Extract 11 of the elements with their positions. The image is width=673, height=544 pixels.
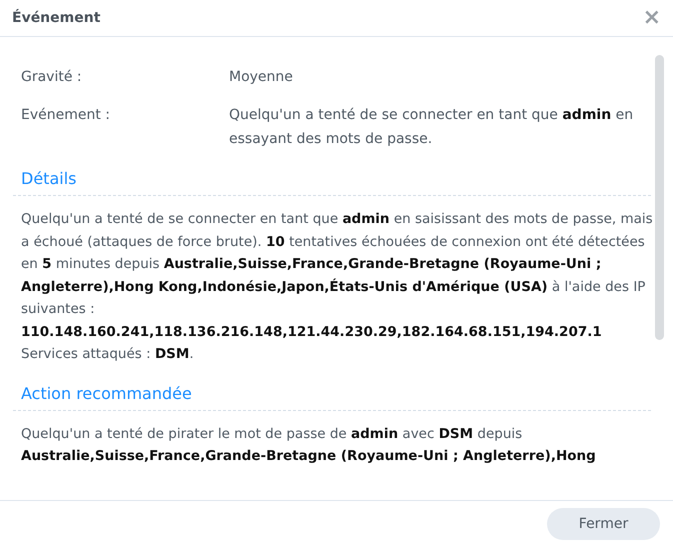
field-value: Quelqu'un a tenté de se connecter en tant que admin en essayant des mots de passe. bbox=[229, 106, 634, 149]
section-heading: Détails bbox=[13, 169, 651, 196]
paragraph: Quelqu'un a tenté de pirater le mot de passe de admin avec DSM depuis Australie,Suisse,France,Grande-Bretagne (Royaume-Uni ; Angleterre),Hong bbox=[21, 424, 597, 466]
field-label: Gravité : bbox=[21, 68, 83, 87]
field-label: Evénement : bbox=[21, 106, 112, 125]
close-button[interactable]: Fermer bbox=[547, 508, 660, 540]
window-title: Événement bbox=[12, 10, 100, 26]
paragraph: Quelqu'un a tenté de se connecter en tant que admin en saisissant des mots de passe, mais a échoué (attaques de force brute). 10 tentatives échouées de connexion ont été détectées en 5 minutes depuis Australie,Suisse,France,Grande-Bretagne (Royaume-Uni ; Angleterre),Hong Kong,Indonésie,Japon,États-Unis d'Amérique (USA) à l'aide des IP suivantes : 110.148.160.241,118.136.216.148,121.44.230.29,182.164.68.151,194.207.1 Services attaqués : DSM. bbox=[21, 210, 654, 364]
scrollbar[interactable] bbox=[655, 55, 664, 340]
section-heading: Action recommandée bbox=[13, 384, 651, 410]
field-value: Moyenne bbox=[229, 68, 294, 87]
